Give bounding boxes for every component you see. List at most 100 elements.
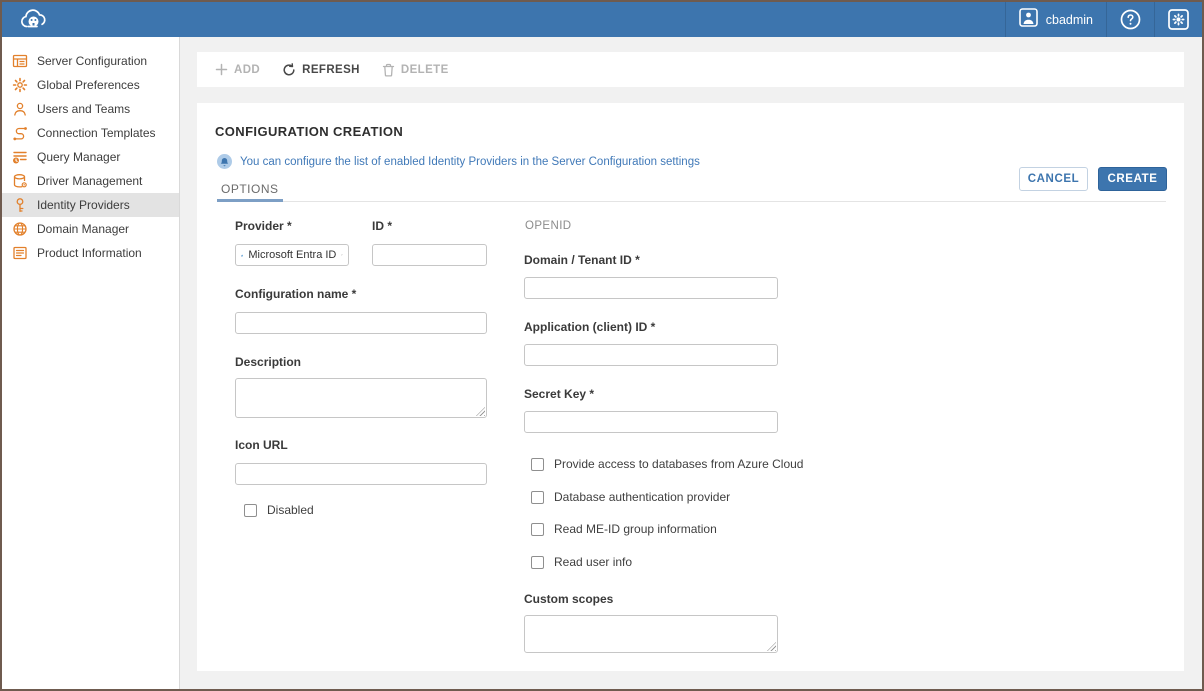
application-client-id-field: Application (client) ID * [524, 320, 778, 366]
sidebar-item-label: Server Configuration [37, 54, 147, 68]
domain-tenant-id-field: Domain / Tenant ID * [524, 253, 778, 299]
help-button[interactable] [1106, 2, 1154, 37]
secret-key-field: Secret Key * [524, 387, 778, 433]
sidebar-item-identity-providers[interactable]: Identity Providers [2, 193, 179, 217]
key-icon [12, 197, 28, 213]
domain-tenant-id-input[interactable] [524, 277, 778, 299]
info-message: You can configure the list of enabled Id… [217, 154, 700, 169]
icon-url-input[interactable] [235, 463, 487, 485]
user-avatar-icon [1019, 8, 1038, 32]
disabled-checkbox-row[interactable]: Disabled [244, 503, 314, 517]
settings-button[interactable] [1154, 2, 1202, 37]
tab-ruler [217, 201, 1166, 202]
admin-sidebar: Server Configuration Global Preferences … [2, 37, 180, 689]
sidebar-item-label: Global Preferences [37, 78, 140, 92]
custom-scopes-label: Custom scopes [524, 592, 778, 606]
id-input[interactable] [372, 244, 487, 266]
info-message-text: You can configure the list of enabled Id… [240, 156, 700, 168]
azure-access-checkbox-label: Provide access to databases from Azure C… [554, 457, 803, 471]
user-menu[interactable]: cbadmin [1005, 2, 1106, 37]
cancel-button[interactable]: CANCEL [1019, 167, 1088, 191]
add-button[interactable]: ADD [215, 63, 260, 76]
delete-button-label: DELETE [401, 64, 449, 76]
sidebar-item-domain-manager[interactable]: Domain Manager [2, 217, 179, 241]
sidebar-item-label: Query Manager [37, 150, 120, 164]
read-user-info-checkbox-row[interactable]: Read user info [531, 555, 632, 569]
read-meid-group-checkbox[interactable] [531, 523, 544, 536]
sidebar-item-global-preferences[interactable]: Global Preferences [2, 73, 179, 97]
help-icon [1120, 9, 1141, 30]
toolbar: ADD REFRESH DELETE [197, 52, 1184, 87]
panel-title: CONFIGURATION CREATION [215, 124, 403, 139]
cloudbeaver-logo-icon [18, 8, 50, 32]
sidebar-item-label: Identity Providers [37, 198, 130, 212]
azure-access-checkbox-row[interactable]: Provide access to databases from Azure C… [531, 457, 803, 471]
users-icon [12, 101, 28, 117]
db-auth-provider-checkbox[interactable] [531, 491, 544, 504]
icon-url-field: Icon URL [235, 438, 487, 485]
secret-key-input[interactable] [524, 411, 778, 433]
application-client-id-label: Application (client) ID * [524, 320, 778, 334]
configuration-name-input[interactable] [235, 312, 487, 334]
notification-bell-icon [217, 154, 232, 169]
sidebar-item-product-information[interactable]: Product Information [2, 241, 179, 265]
microsoft-entra-id-icon [241, 249, 243, 262]
description-textarea[interactable] [235, 378, 487, 418]
refresh-button[interactable]: REFRESH [282, 63, 360, 77]
provider-select[interactable]: Microsoft Entra ID [235, 244, 349, 266]
app-window: cbadmin [0, 0, 1204, 691]
sidebar-item-users-and-teams[interactable]: Users and Teams [2, 97, 179, 121]
custom-scopes-textarea[interactable] [524, 615, 778, 653]
domain-tenant-id-label: Domain / Tenant ID * [524, 253, 778, 267]
sidebar-item-query-manager[interactable]: Query Manager [2, 145, 179, 169]
username: cbadmin [1046, 13, 1093, 27]
id-field: ID * [372, 219, 487, 266]
secret-key-label: Secret Key * [524, 387, 778, 401]
icon-url-label: Icon URL [235, 438, 487, 452]
sidebar-item-server-configuration[interactable]: Server Configuration [2, 49, 179, 73]
main-area: ADD REFRESH DELETE CONFIGURATION CREATIO… [181, 37, 1202, 689]
refresh-button-label: REFRESH [302, 64, 360, 76]
disabled-checkbox-label: Disabled [267, 503, 314, 517]
read-user-info-checkbox-label: Read user info [554, 555, 632, 569]
sidebar-item-label: Driver Management [37, 174, 142, 188]
id-label: ID * [372, 219, 487, 233]
info-card-icon [12, 245, 28, 261]
azure-access-checkbox[interactable] [531, 458, 544, 471]
add-button-label: ADD [234, 64, 260, 76]
application-client-id-input[interactable] [524, 344, 778, 366]
read-user-info-checkbox[interactable] [531, 556, 544, 569]
refresh-icon [282, 63, 296, 77]
sidebar-item-label: Users and Teams [37, 102, 130, 116]
top-bar: cbadmin [2, 2, 1202, 37]
sidebar-item-driver-management[interactable]: Driver Management [2, 169, 179, 193]
configuration-creation-panel: CONFIGURATION CREATION You can configure… [197, 103, 1184, 671]
sidebar-item-label: Connection Templates [37, 126, 156, 140]
db-auth-provider-checkbox-label: Database authentication provider [554, 490, 730, 504]
create-button[interactable]: CREATE [1098, 167, 1167, 191]
read-meid-group-checkbox-label: Read ME-ID group information [554, 522, 717, 536]
configuration-name-field: Configuration name * [235, 287, 487, 334]
database-icon [12, 173, 28, 189]
custom-scopes-field: Custom scopes [524, 592, 778, 653]
configuration-name-label: Configuration name * [235, 287, 487, 301]
chevron-down-icon [341, 252, 343, 258]
description-field: Description [235, 355, 487, 418]
read-meid-group-checkbox-row[interactable]: Read ME-ID group information [531, 522, 717, 536]
description-label: Description [235, 355, 487, 369]
plus-icon [215, 63, 228, 76]
sidebar-item-label: Domain Manager [37, 222, 129, 236]
sidebar-item-label: Product Information [37, 246, 142, 260]
db-auth-provider-checkbox-row[interactable]: Database authentication provider [531, 490, 730, 504]
query-clock-icon [12, 149, 28, 165]
provider-label: Provider * [235, 219, 349, 233]
disabled-checkbox[interactable] [244, 504, 257, 517]
sidebar-item-connection-templates[interactable]: Connection Templates [2, 121, 179, 145]
delete-button[interactable]: DELETE [382, 63, 449, 77]
provider-field: Provider * Microsoft Entra ID [235, 219, 349, 266]
provider-value: Microsoft Entra ID [248, 249, 336, 261]
preferences-gear-icon [12, 77, 28, 93]
globe-icon [12, 221, 28, 237]
server-configuration-icon [12, 53, 28, 69]
tab-active-indicator [217, 199, 283, 202]
